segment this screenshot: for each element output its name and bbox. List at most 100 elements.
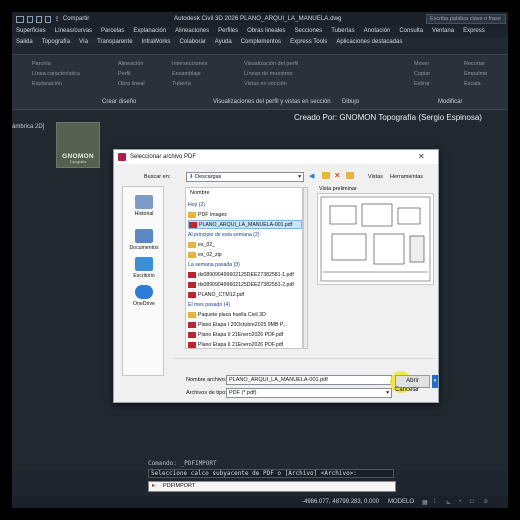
ribbon-visualizacion-perfil[interactable]: Visualización del perfil <box>244 61 298 67</box>
logo-title: GNOMON <box>62 153 94 160</box>
ribbon-row2-tab[interactable]: Ayuda <box>215 39 232 45</box>
ribbon-row1-tab[interactable]: Consulta <box>399 28 423 34</box>
ribbon-row1-tab[interactable]: Obras lineales <box>247 28 285 34</box>
ribbon-row2-tab[interactable]: Vía <box>79 39 88 45</box>
place-escritorio[interactable]: Escritorio <box>123 257 165 279</box>
dialog-title: Seleccionar archivo PDF <box>130 154 197 160</box>
file-list-item[interactable]: PLANO_ARQUI_LA_MANUELA-001.pdf <box>188 220 302 229</box>
ribbon-row2-tab[interactable]: Topografía <box>42 39 70 45</box>
panel-crear-diseno[interactable]: Crear diseño <box>102 99 136 105</box>
file-list-item[interactable]: es_02_zip <box>188 250 302 259</box>
viewport-label[interactable]: ámbrica 2D] <box>12 124 44 130</box>
file-list-item[interactable]: ds089090499602125DEE27382581-1.pdf <box>188 270 302 279</box>
file-group-header[interactable]: El mes pasado (4) <box>188 300 302 309</box>
ribbon-row1-tab[interactable]: Superficies <box>16 28 46 34</box>
ribbon-copiar[interactable]: Copiar <box>414 71 430 77</box>
ribbon-intersecciones[interactable]: Intersecciones <box>172 61 207 67</box>
ribbon-row2-tab[interactable]: Complementos <box>241 39 281 45</box>
ribbon-row1-tab[interactable]: Ventana <box>432 28 454 34</box>
grid-icon[interactable]: ▦ <box>422 499 428 506</box>
ribbon-row1-tab[interactable]: Líneas/curvas <box>55 28 92 34</box>
ribbon-mover[interactable]: Mover <box>414 61 429 67</box>
ribbon-perfil[interactable]: Perfil <box>118 71 131 77</box>
help-search-input[interactable]: Escriba palabra clave o frase <box>426 14 506 24</box>
ribbon-escala[interactable]: Escala <box>464 81 481 87</box>
up-folder-icon[interactable] <box>322 172 330 179</box>
ribbon-vistas-seccion[interactable]: Vistas en sección <box>244 81 287 87</box>
ortho-icon[interactable]: ⊾ <box>446 499 451 506</box>
coordinates-readout[interactable]: -4986.077, 48799.283, 0.000 <box>302 499 379 505</box>
ribbon-empalme[interactable]: Empalme <box>464 71 487 77</box>
ribbon-row1-tab[interactable]: Parcelas <box>101 28 124 34</box>
command-input[interactable]: ▸ PDFIMPORT <box>148 481 396 492</box>
panel-perfil-secciones[interactable]: Visualizaciones del perfil y vistas en s… <box>213 99 331 105</box>
share-icon[interactable]: ⇪ <box>54 15 60 23</box>
panel-dibujo[interactable]: Dibujo <box>342 99 359 105</box>
ribbon-row1-tab[interactable]: Perfiles <box>218 28 238 34</box>
open-dropdown-icon[interactable]: ▾ <box>432 375 438 388</box>
app-icon[interactable] <box>16 15 24 23</box>
ribbon-alineacion[interactable]: Alineación <box>118 61 143 67</box>
ribbon-row1-tab[interactable]: Alineaciones <box>175 28 209 34</box>
close-icon[interactable]: ✕ <box>418 152 425 161</box>
ribbon-row2-tab[interactable]: Transparente <box>97 39 132 45</box>
delete-icon[interactable]: ✕ <box>334 171 341 180</box>
ribbon-estirar[interactable]: Estirar <box>414 81 430 87</box>
filename-input[interactable]: PLANO_ARQUI_LA_MANUELA-001.pdf <box>226 375 392 385</box>
file-list-item[interactable]: PDF Images <box>188 210 302 219</box>
column-header-name[interactable]: Nombre <box>190 190 210 196</box>
pdf-file-icon <box>188 281 196 288</box>
ribbon-tuberia[interactable]: Tubería <box>172 81 191 87</box>
ribbon-row2-tab[interactable]: Salida <box>16 39 33 45</box>
back-icon[interactable]: ◀ <box>309 172 314 180</box>
polar-icon[interactable]: ◔ <box>458 499 462 505</box>
new-folder-icon[interactable] <box>346 172 354 179</box>
osnap-icon[interactable]: □ <box>470 499 474 505</box>
ribbon-ensamblaje[interactable]: Ensamblaje <box>172 71 201 77</box>
cancel-button[interactable]: Cancelar <box>395 387 419 393</box>
ribbon-parcela[interactable]: Parcela <box>32 61 51 67</box>
place-documentos[interactable]: Documentos <box>123 229 165 251</box>
ribbon-linea-caracteristica[interactable]: Línea característica <box>32 71 80 77</box>
ribbon-recortar[interactable]: Recortar <box>464 61 485 67</box>
ribbon-obra-lineal[interactable]: Obra lineal <box>118 81 145 87</box>
share-button[interactable]: Compartir <box>63 16 89 22</box>
ribbon-explanacion[interactable]: Explanación <box>32 81 62 87</box>
file-list-item[interactable]: PLANO_CTM12.pdf <box>188 290 302 299</box>
file-list-item[interactable]: Plano Etapa II 21Enero2026 PDF.pdf <box>188 330 302 339</box>
place-onedrive[interactable]: OneDrive <box>123 285 165 307</box>
file-list-item[interactable]: Plano Etapa I 20Octubre2025 9MB P... <box>188 320 302 329</box>
file-list-item[interactable]: Plano Etapa II 21Enero2026 PDF.pdf <box>188 340 302 348</box>
views-menu[interactable]: Vistas <box>368 174 383 180</box>
panel-modificar[interactable]: Modificar <box>438 99 462 105</box>
filetype-select[interactable]: PDF (*.pdf) ▾ <box>226 388 392 398</box>
ribbon-tabs-row2: Salida Topografía Vía Transparente InfraWork… <box>12 37 508 47</box>
file-name: ds089090499602125DEE27382581-2.pdf <box>198 281 294 288</box>
model-space-toggle[interactable]: MODELO <box>388 499 414 505</box>
file-list-item[interactable]: ds089090499602125DEE27382581-2.pdf <box>188 280 302 289</box>
ribbon-lineas-muestreo[interactable]: Líneas de muestreo <box>244 71 293 77</box>
open-icon[interactable] <box>36 15 42 23</box>
menu-icon[interactable]: ≡ <box>484 499 488 505</box>
ribbon-row1-tab[interactable]: Anotación <box>364 28 391 34</box>
file-group-header[interactable]: La semana pasada (3) <box>188 260 302 269</box>
ribbon-row2-tab[interactable]: Express Tools <box>290 39 327 45</box>
tools-menu[interactable]: Herramientas <box>390 174 423 180</box>
place-historial[interactable]: Historial <box>123 195 165 217</box>
ribbon-row1-tab[interactable]: Tuberías <box>331 28 354 34</box>
file-group-header[interactable]: Hoy (2) <box>188 200 302 209</box>
file-list-item[interactable]: es_02_ <box>188 240 302 249</box>
ribbon-row1-tab[interactable]: Express <box>463 28 485 34</box>
ribbon-row2-tab[interactable]: Colaborar <box>179 39 205 45</box>
save-icon[interactable] <box>27 15 33 23</box>
snap-icon[interactable]: ⁞ <box>434 499 436 505</box>
file-list-scrollbar[interactable] <box>303 187 308 349</box>
file-list-item[interactable]: Paquete placa huella Civil 3D <box>188 310 302 319</box>
search-in-combo[interactable]: ⬇ Descargas ▾ <box>186 172 304 182</box>
undo-icon[interactable] <box>45 15 51 23</box>
ribbon-row2-tab[interactable]: Aplicaciones destacadas <box>336 39 402 45</box>
ribbon-row2-tab[interactable]: InfraWorks <box>142 39 171 45</box>
ribbon-row1-tab[interactable]: Secciones <box>295 28 323 34</box>
ribbon-row1-tab[interactable]: Explanación <box>133 28 166 34</box>
file-group-header[interactable]: Al principio de esta semana (2) <box>188 230 302 239</box>
